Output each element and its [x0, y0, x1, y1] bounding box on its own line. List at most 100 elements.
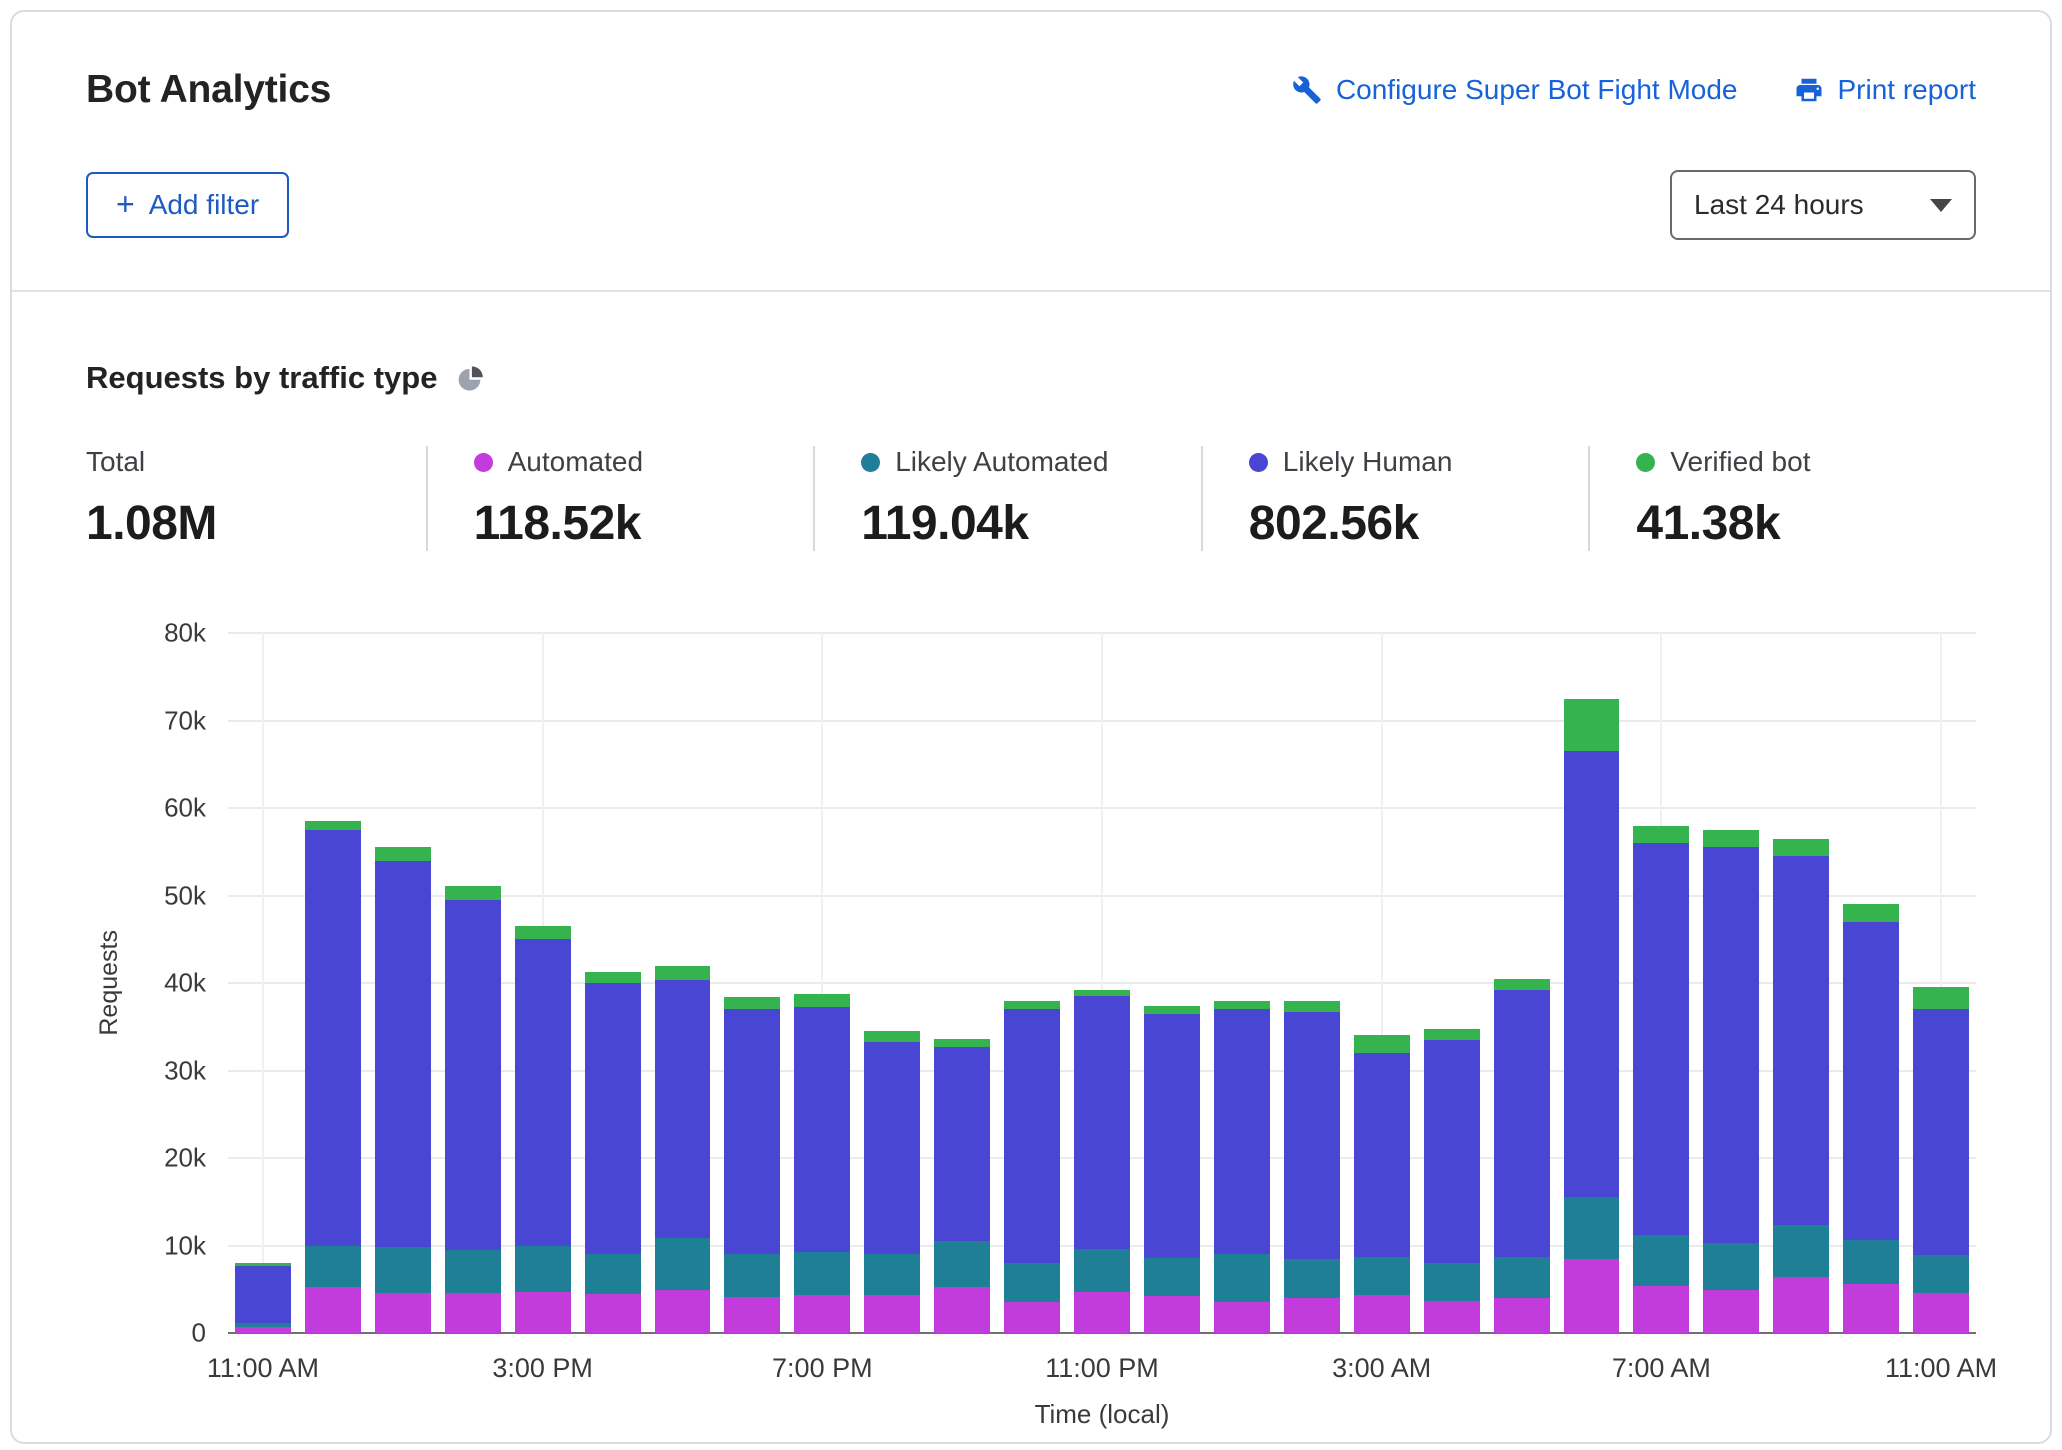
y-tick-label: 0: [192, 1318, 206, 1349]
wrench-icon: [1292, 75, 1322, 105]
stacked-bar: [235, 633, 291, 1333]
bar-slot-19[interactable]: [1557, 633, 1627, 1333]
bar-slot-7[interactable]: [717, 633, 787, 1333]
segment-likely-automated: [1633, 1235, 1689, 1286]
header-links: Configure Super Bot Fight Mode Print rep…: [1292, 74, 1976, 106]
bar-slot-11[interactable]: [997, 633, 1067, 1333]
stat-total-label: Total: [86, 446, 145, 478]
segment-automated: [1144, 1296, 1200, 1333]
segment-likely-human: [1144, 1014, 1200, 1258]
page-title: Bot Analytics: [86, 68, 331, 112]
segment-automated: [1424, 1301, 1480, 1333]
segment-likely-human: [515, 939, 571, 1245]
stat-likely-human-label: Likely Human: [1283, 446, 1453, 478]
segment-likely-automated: [445, 1250, 501, 1293]
bar-slot-13[interactable]: [1137, 633, 1207, 1333]
bar-slot-18[interactable]: [1487, 633, 1557, 1333]
bar-slot-10[interactable]: [927, 633, 997, 1333]
stacked-bar: [375, 633, 431, 1333]
bar-slot-9[interactable]: [857, 633, 927, 1333]
segment-likely-automated: [724, 1254, 780, 1297]
segment-likely-human: [1074, 996, 1130, 1249]
bar-slot-20[interactable]: [1626, 633, 1696, 1333]
segment-likely-automated: [305, 1246, 361, 1287]
bar-slot-23[interactable]: [1836, 633, 1906, 1333]
x-tick-label: 3:00 PM: [492, 1353, 593, 1384]
segment-likely-human: [1564, 751, 1620, 1197]
stat-likely-automated: Likely Automated 119.04k: [813, 446, 1201, 551]
segment-likely-automated: [1494, 1257, 1550, 1298]
stat-likely-human: Likely Human 802.56k: [1201, 446, 1589, 551]
segment-verified-bot: [864, 1031, 920, 1042]
segment-verified-bot: [1913, 987, 1969, 1010]
bar-slot-15[interactable]: [1277, 633, 1347, 1333]
x-tick-label: 11:00 AM: [1885, 1353, 1997, 1384]
stacked-bar: [1633, 633, 1689, 1333]
x-tick-label: 3:00 AM: [1332, 1353, 1431, 1384]
add-filter-button[interactable]: + Add filter: [86, 172, 289, 238]
bar-slot-4[interactable]: [508, 633, 578, 1333]
segment-verified-bot: [1004, 1001, 1060, 1009]
bar-slot-17[interactable]: [1417, 633, 1487, 1333]
bar-slot-0[interactable]: [228, 633, 298, 1333]
print-report-link[interactable]: Print report: [1794, 74, 1977, 106]
segment-automated: [864, 1295, 920, 1333]
chevron-down-icon: [1930, 199, 1952, 212]
y-tick-label: 70k: [164, 705, 206, 736]
y-tick-label: 60k: [164, 793, 206, 824]
segment-automated: [1214, 1302, 1270, 1334]
stacked-bar: [1424, 633, 1480, 1333]
bar-slot-6[interactable]: [648, 633, 718, 1333]
stat-likely-human-value: 802.56k: [1249, 496, 1589, 551]
segment-likely-automated: [585, 1254, 641, 1293]
segment-likely-human: [1913, 1009, 1969, 1255]
filter-row: + Add filter Last 24 hours: [86, 170, 1976, 240]
x-tick-label: 7:00 PM: [772, 1353, 873, 1384]
segment-likely-human: [724, 1009, 780, 1254]
segment-likely-human: [375, 861, 431, 1248]
stacked-bar: [515, 633, 571, 1333]
segment-automated: [1564, 1259, 1620, 1333]
bar-slot-12[interactable]: [1067, 633, 1137, 1333]
stacked-bar: [1494, 633, 1550, 1333]
bar-slot-16[interactable]: [1347, 633, 1417, 1333]
bar-slot-8[interactable]: [787, 633, 857, 1333]
stacked-bar: [1284, 633, 1340, 1333]
segment-automated: [724, 1297, 780, 1333]
stat-automated-label: Automated: [508, 446, 643, 478]
plus-icon: +: [116, 192, 135, 218]
segment-likely-automated: [1913, 1255, 1969, 1293]
segment-likely-automated: [1354, 1257, 1410, 1295]
bar-slot-2[interactable]: [368, 633, 438, 1333]
segment-verified-bot: [655, 966, 711, 980]
bar-slot-1[interactable]: [298, 633, 368, 1333]
configure-link-label: Configure Super Bot Fight Mode: [1336, 74, 1738, 106]
title-row: Bot Analytics Configure Super Bot Fight …: [86, 68, 1976, 112]
bar-slot-14[interactable]: [1207, 633, 1277, 1333]
section-title-row: Requests by traffic type: [86, 360, 1976, 396]
configure-super-bot-fight-mode-link[interactable]: Configure Super Bot Fight Mode: [1292, 74, 1738, 106]
time-range-select[interactable]: Last 24 hours: [1670, 170, 1976, 240]
verified-bot-dot-icon: [1636, 453, 1655, 472]
segment-likely-automated: [1284, 1259, 1340, 1298]
segment-likely-automated: [1703, 1243, 1759, 1290]
likely-automated-dot-icon: [861, 453, 880, 472]
pie-chart-icon: [455, 364, 484, 393]
print-link-label: Print report: [1838, 74, 1977, 106]
bar-slot-5[interactable]: [578, 633, 648, 1333]
bar-slot-22[interactable]: [1766, 633, 1836, 1333]
segment-automated: [235, 1327, 291, 1333]
segment-automated: [375, 1293, 431, 1333]
segment-verified-bot: [1564, 699, 1620, 752]
bar-slot-3[interactable]: [438, 633, 508, 1333]
segment-verified-bot: [1773, 839, 1829, 857]
segment-likely-automated: [1424, 1263, 1480, 1301]
x-tick-label: 7:00 AM: [1612, 1353, 1711, 1384]
segment-automated: [1843, 1284, 1899, 1333]
bar-slot-21[interactable]: [1696, 633, 1766, 1333]
bar-slot-24[interactable]: [1906, 633, 1976, 1333]
stacked-bar: [1074, 633, 1130, 1333]
segment-verified-bot: [934, 1039, 990, 1047]
stacked-bar: [1004, 633, 1060, 1333]
stacked-bar: [934, 633, 990, 1333]
